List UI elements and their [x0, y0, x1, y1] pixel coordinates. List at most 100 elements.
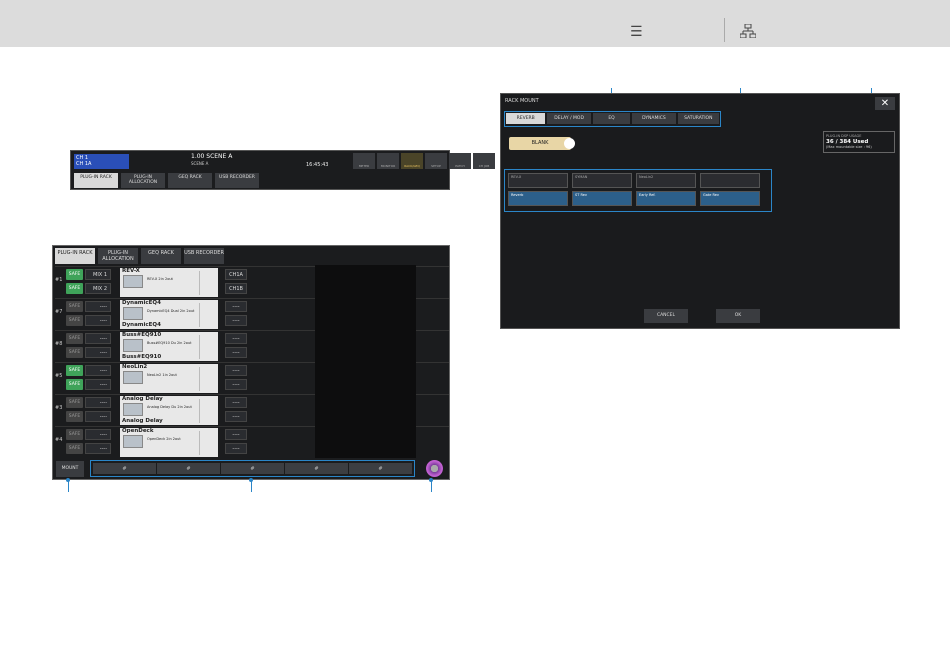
safe-button[interactable]: SAFE — [66, 301, 83, 312]
input-source-button[interactable]: ---- — [85, 333, 111, 344]
monitor-button[interactable]: MONITOR — [377, 153, 399, 169]
safe-button[interactable]: SAFE — [66, 365, 83, 376]
plugin-slot[interactable]: REV-X REV-X 2in 2out — [120, 268, 218, 297]
plugin-name-secondary: Buss#EQ910 — [122, 354, 162, 360]
output-destination-button[interactable]: ---- — [225, 333, 247, 344]
setup-button[interactable]: SETUP — [425, 153, 447, 169]
plugin-button[interactable]: REV-X — [508, 173, 568, 188]
plugin-name-secondary: Analog Delay — [122, 418, 163, 424]
plugin-description: Analog Delay Du 2in 2out — [147, 405, 192, 409]
input-source-button[interactable]: ---- — [85, 411, 111, 422]
safe-button[interactable]: SAFE — [66, 443, 83, 454]
tab-eq[interactable]: EQ — [592, 113, 631, 124]
plugin-slot[interactable]: Analog Delay Analog Delay Du 2in 2out Anal… — [120, 396, 218, 425]
ok-button[interactable]: OK — [716, 309, 760, 323]
screen-encoder-knob-icon[interactable] — [426, 460, 443, 477]
ch-job-button[interactable]: CH JOB — [473, 153, 495, 169]
input-source-button[interactable]: MIX 1 — [85, 269, 111, 280]
plugin-name: NeoLin2 — [122, 364, 148, 370]
plugin-slot[interactable]: Buss#EQ910 Buss#EQ910 Du 2in 2out Buss#EQ9… — [120, 332, 218, 361]
tab-plugin-rack[interactable]: PLUG-IN RACK — [55, 248, 95, 264]
safe-button[interactable]: SAFE — [66, 429, 83, 440]
tab-plugin-allocation[interactable]: PLUG-IN ALLOCATION — [98, 248, 138, 264]
safe-button[interactable]: SAFE — [66, 379, 83, 390]
header-separator — [724, 18, 725, 42]
output-destination-button[interactable]: ---- — [225, 347, 247, 358]
plugin-button[interactable]: NeoLin2 — [636, 173, 696, 188]
plugin-description: OpenDeck 2in 2out — [147, 437, 181, 441]
callout-line — [251, 480, 252, 492]
scene-title[interactable]: 1.00 SCENE A — [191, 153, 232, 160]
rack-slot-number: #3 — [55, 405, 63, 411]
close-button[interactable]: ✕ — [875, 97, 895, 110]
safe-button[interactable]: SAFE — [66, 315, 83, 326]
input-source-button[interactable]: ---- — [85, 347, 111, 358]
tab-dynamics[interactable]: DYNAMICS — [632, 113, 676, 124]
tab-reverb[interactable]: REVERB — [506, 113, 546, 124]
safe-button[interactable]: SAFE — [66, 347, 83, 358]
rack-tabs: PLUG-IN RACK PLUG-IN ALLOCATION GEQ RACK… — [55, 248, 224, 264]
output-destination-button[interactable]: ---- — [225, 379, 247, 390]
channel-display[interactable]: CH 1 CH 1A — [74, 154, 129, 169]
spx-plugin-button[interactable]: Early Ref. — [636, 191, 696, 206]
rack-page-button[interactable]: # — [157, 463, 220, 474]
plugin-name-secondary: DynamicEQ4 — [122, 322, 161, 328]
input-source-button[interactable]: ---- — [85, 429, 111, 440]
rack-geq-button[interactable]: RACK/GEQ — [401, 153, 423, 169]
output-destination-button[interactable]: CH1B — [225, 283, 247, 294]
tab-saturation[interactable]: SATURATION — [677, 113, 719, 124]
meter-button[interactable]: METER — [353, 153, 375, 169]
rack-page-button[interactable]: # — [93, 463, 156, 474]
patch-button[interactable]: PATCH — [449, 153, 471, 169]
output-destination-button[interactable]: ---- — [225, 315, 247, 326]
tab-delay-mod[interactable]: DELAY / MOD — [547, 113, 591, 124]
output-destination-button[interactable]: ---- — [225, 429, 247, 440]
rack-slot-number: #7 — [55, 309, 63, 315]
tab-plugin-rack[interactable]: PLUG-IN RACK — [74, 173, 118, 188]
input-source-button[interactable]: ---- — [85, 365, 111, 376]
spx-plugin-button[interactable]: ST Rev — [572, 191, 632, 206]
input-source-button[interactable]: ---- — [85, 397, 111, 408]
output-destination-button[interactable]: CH1A — [225, 269, 247, 280]
input-source-button[interactable]: ---- — [85, 379, 111, 390]
plugin-button[interactable] — [700, 173, 760, 188]
input-source-button[interactable]: ---- — [85, 301, 111, 312]
plugin-button[interactable]: SYMAN — [572, 173, 632, 188]
rack-page-selector: # # # # # — [90, 460, 415, 477]
plugin-name: REV-X — [122, 268, 140, 274]
safe-button[interactable]: SAFE — [66, 411, 83, 422]
plugin-slot[interactable]: NeoLin2 NeoLin2 1in 2out — [120, 364, 218, 393]
output-destination-button[interactable]: ---- — [225, 411, 247, 422]
tab-geq-rack[interactable]: GEQ RACK — [168, 173, 212, 188]
safe-button[interactable]: SAFE — [66, 397, 83, 408]
safe-button[interactable]: SAFE — [66, 333, 83, 344]
output-destination-button[interactable]: ---- — [225, 397, 247, 408]
toolbar-tabs: PLUG-IN RACK PLUG-IN ALLOCATION GEQ RACK… — [74, 173, 259, 188]
input-source-button[interactable]: MIX 2 — [85, 283, 111, 294]
input-source-button[interactable]: ---- — [85, 443, 111, 454]
tab-geq-rack[interactable]: GEQ RACK — [141, 248, 181, 264]
list-icon[interactable]: ☰ — [630, 25, 643, 39]
tab-plugin-allocation[interactable]: PLUG-IN ALLOCATION — [121, 173, 165, 188]
safe-button[interactable]: SAFE — [66, 269, 83, 280]
blank-button[interactable]: BLANK — [509, 137, 575, 150]
spx-plugin-button[interactable]: Gate Rev — [700, 191, 760, 206]
spx-plugin-button[interactable]: Reverb — [508, 191, 568, 206]
cancel-button[interactable]: CANCEL — [644, 309, 688, 323]
tab-usb-recorder[interactable]: USB RECORDER — [184, 248, 224, 264]
rack-page-button[interactable]: # — [349, 463, 412, 474]
safe-button[interactable]: SAFE — [66, 283, 83, 294]
rack-slot-number: #4 — [55, 437, 63, 443]
mount-button[interactable]: MOUNT — [56, 461, 84, 477]
plugin-slot[interactable]: OpenDeck OpenDeck 2in 2out — [120, 428, 218, 457]
output-destination-button[interactable]: ---- — [225, 301, 247, 312]
tab-usb-recorder[interactable]: USB RECORDER — [215, 173, 259, 188]
input-source-button[interactable]: ---- — [85, 315, 111, 326]
output-destination-button[interactable]: ---- — [225, 365, 247, 376]
output-destination-button[interactable]: ---- — [225, 443, 247, 454]
rack-page-button[interactable]: # — [221, 463, 284, 474]
sitemap-icon[interactable] — [739, 23, 757, 41]
rack-page-button[interactable]: # — [285, 463, 348, 474]
plugin-slot[interactable]: DynamicEQ4 DynamicEQ4 Dual 2in 2out Dynami… — [120, 300, 218, 329]
channel-name: CH 1A — [76, 161, 92, 167]
